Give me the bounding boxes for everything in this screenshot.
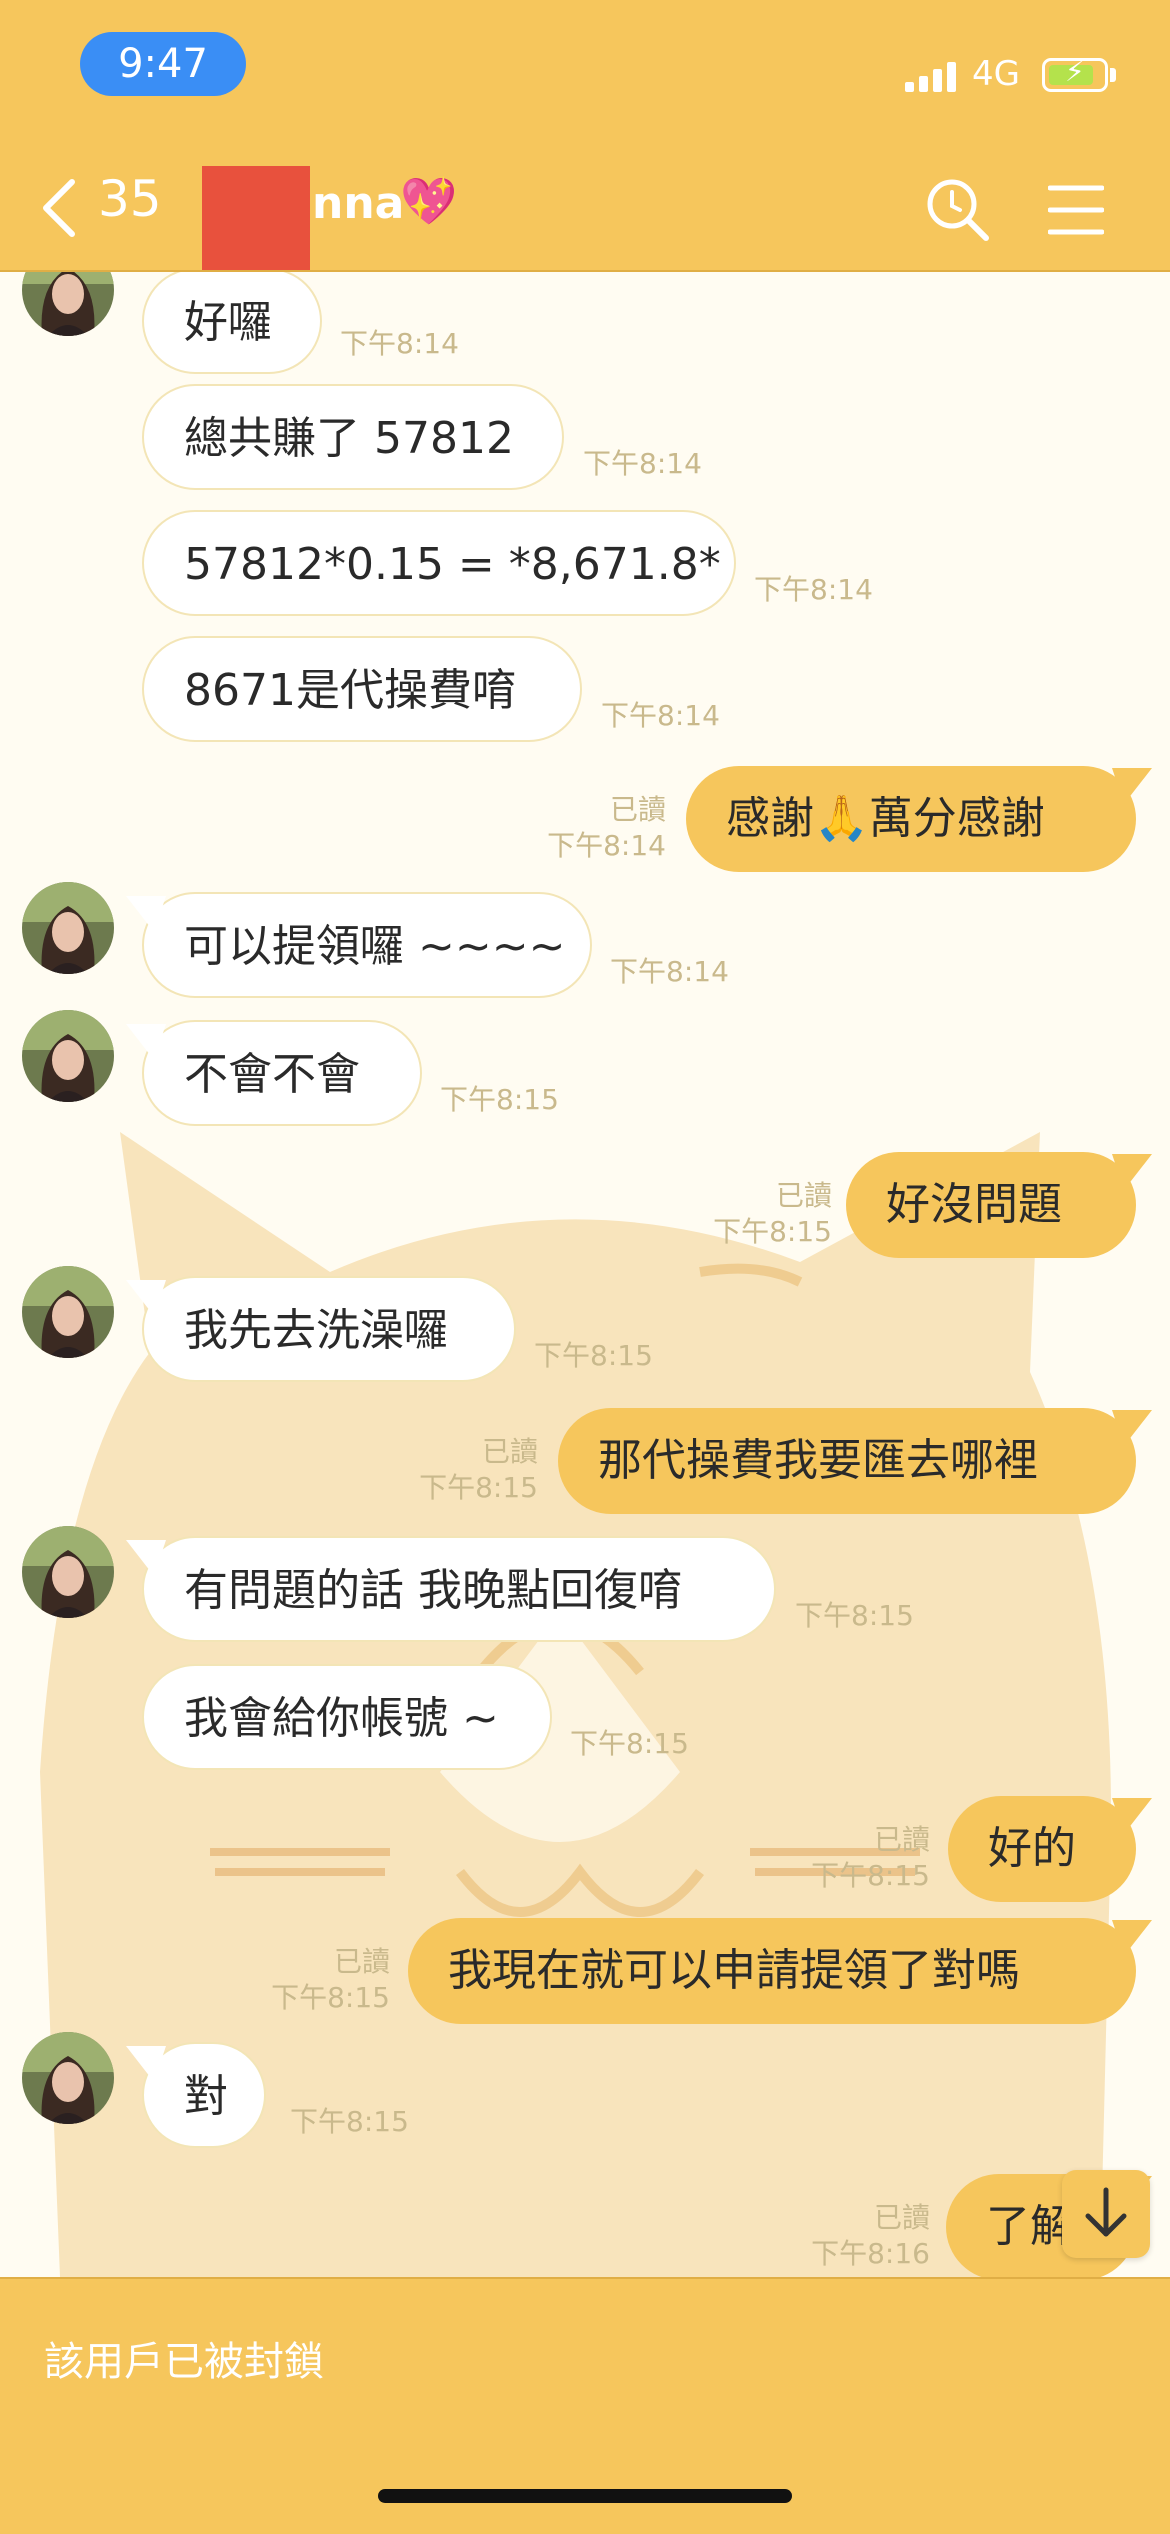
battery-icon: ⚡ bbox=[1042, 55, 1108, 92]
outgoing-message-bubble[interactable]: 好沒問題 bbox=[846, 1152, 1136, 1258]
message-timestamp: 下午8:15 bbox=[271, 1981, 390, 2014]
outgoing-message-bubble[interactable]: 感謝🙏萬分感謝 bbox=[686, 766, 1136, 872]
status-bar: 9:47 4G ⚡ bbox=[0, 0, 1170, 140]
incoming-message-bubble[interactable]: 8671是代操費唷 bbox=[142, 636, 582, 742]
avatar[interactable] bbox=[22, 1526, 114, 1618]
message-timestamp: 下午8:14 bbox=[547, 829, 666, 862]
incoming-message-bubble[interactable]: 好囉 bbox=[142, 272, 322, 374]
message-timestamp: 下午8:15 bbox=[713, 1215, 832, 1248]
title-emoji: 💖 bbox=[400, 174, 458, 228]
message-timestamp: 下午8:15 bbox=[440, 1083, 559, 1116]
message-timestamp: 下午8:15 bbox=[570, 1727, 689, 1760]
read-receipt: 已讀 bbox=[873, 1823, 930, 1856]
home-indicator[interactable] bbox=[378, 2489, 792, 2503]
back-chevron-icon[interactable] bbox=[40, 178, 80, 238]
incoming-message-bubble[interactable]: 可以提領囉 ~~~~ bbox=[142, 892, 592, 998]
message-timestamp: 下午8:14 bbox=[754, 573, 873, 606]
avatar[interactable] bbox=[22, 882, 114, 974]
read-receipt: 已讀 bbox=[609, 793, 666, 826]
message-timestamp: 下午8:15 bbox=[290, 2105, 409, 2138]
redaction-block bbox=[202, 166, 310, 270]
chat-area[interactable]: 好囉 下午8:14 總共賺了 57812 下午8:14 57812*0.15 = *8,… bbox=[0, 272, 1170, 2277]
scroll-down-button[interactable] bbox=[1062, 2170, 1150, 2258]
incoming-message-bubble[interactable]: 有問題的話 我晚點回復唷 bbox=[142, 1536, 776, 1642]
read-receipt: 已讀 bbox=[333, 1945, 390, 1978]
avatar[interactable] bbox=[22, 2032, 114, 2124]
incoming-message-bubble[interactable]: 我先去洗澡囉 bbox=[142, 1276, 516, 1382]
status-time: 9:47 bbox=[80, 32, 246, 96]
message-timestamp: 下午8:14 bbox=[583, 447, 702, 480]
incoming-message-bubble[interactable]: 對 bbox=[142, 2042, 266, 2148]
read-receipt: 已讀 bbox=[775, 1179, 832, 1212]
blocked-notice: 該用戶已被封鎖 bbox=[44, 2339, 324, 2385]
incoming-message-bubble[interactable]: 總共賺了 57812 bbox=[142, 384, 564, 490]
outgoing-message-bubble[interactable]: 好的 bbox=[948, 1796, 1136, 1902]
read-receipt: 已讀 bbox=[481, 1435, 538, 1468]
read-receipt: 已讀 bbox=[873, 2201, 930, 2234]
message-timestamp: 下午8:15 bbox=[534, 1339, 653, 1372]
message-timestamp: 下午8:16 bbox=[811, 2237, 930, 2270]
message-timestamp: 下午8:14 bbox=[610, 955, 729, 988]
message-timestamp: 下午8:15 bbox=[419, 1471, 538, 1504]
chat-header: 35 nna 💖 bbox=[0, 140, 1170, 272]
avatar[interactable] bbox=[22, 1010, 114, 1102]
message-timestamp: 下午8:14 bbox=[340, 327, 459, 360]
incoming-message-bubble[interactable]: 57812*0.15 = *8,671.8* bbox=[142, 510, 736, 616]
message-timestamp: 下午8:14 bbox=[601, 699, 720, 732]
unread-count[interactable]: 35 bbox=[98, 170, 162, 228]
signal-icon bbox=[905, 60, 957, 92]
avatar[interactable] bbox=[22, 1266, 114, 1358]
network-label: 4G bbox=[972, 54, 1020, 94]
scroll-down-icon bbox=[1085, 2187, 1127, 2237]
incoming-message-bubble[interactable]: 我會給你帳號 ~ bbox=[142, 1664, 552, 1770]
message-timestamp: 下午8:15 bbox=[811, 1859, 930, 1892]
outgoing-message-bubble[interactable]: 那代操費我要匯去哪裡 bbox=[558, 1408, 1136, 1514]
message-timestamp: 下午8:15 bbox=[795, 1599, 914, 1632]
chat-title[interactable]: nna bbox=[312, 178, 404, 229]
outgoing-message-bubble[interactable]: 我現在就可以申請提領了對嗎 bbox=[408, 1918, 1136, 2024]
search-icon[interactable] bbox=[924, 176, 990, 242]
menu-icon[interactable] bbox=[1048, 182, 1104, 238]
battery-cap bbox=[1110, 68, 1116, 82]
incoming-message-bubble[interactable]: 不會不會 bbox=[142, 1020, 422, 1126]
